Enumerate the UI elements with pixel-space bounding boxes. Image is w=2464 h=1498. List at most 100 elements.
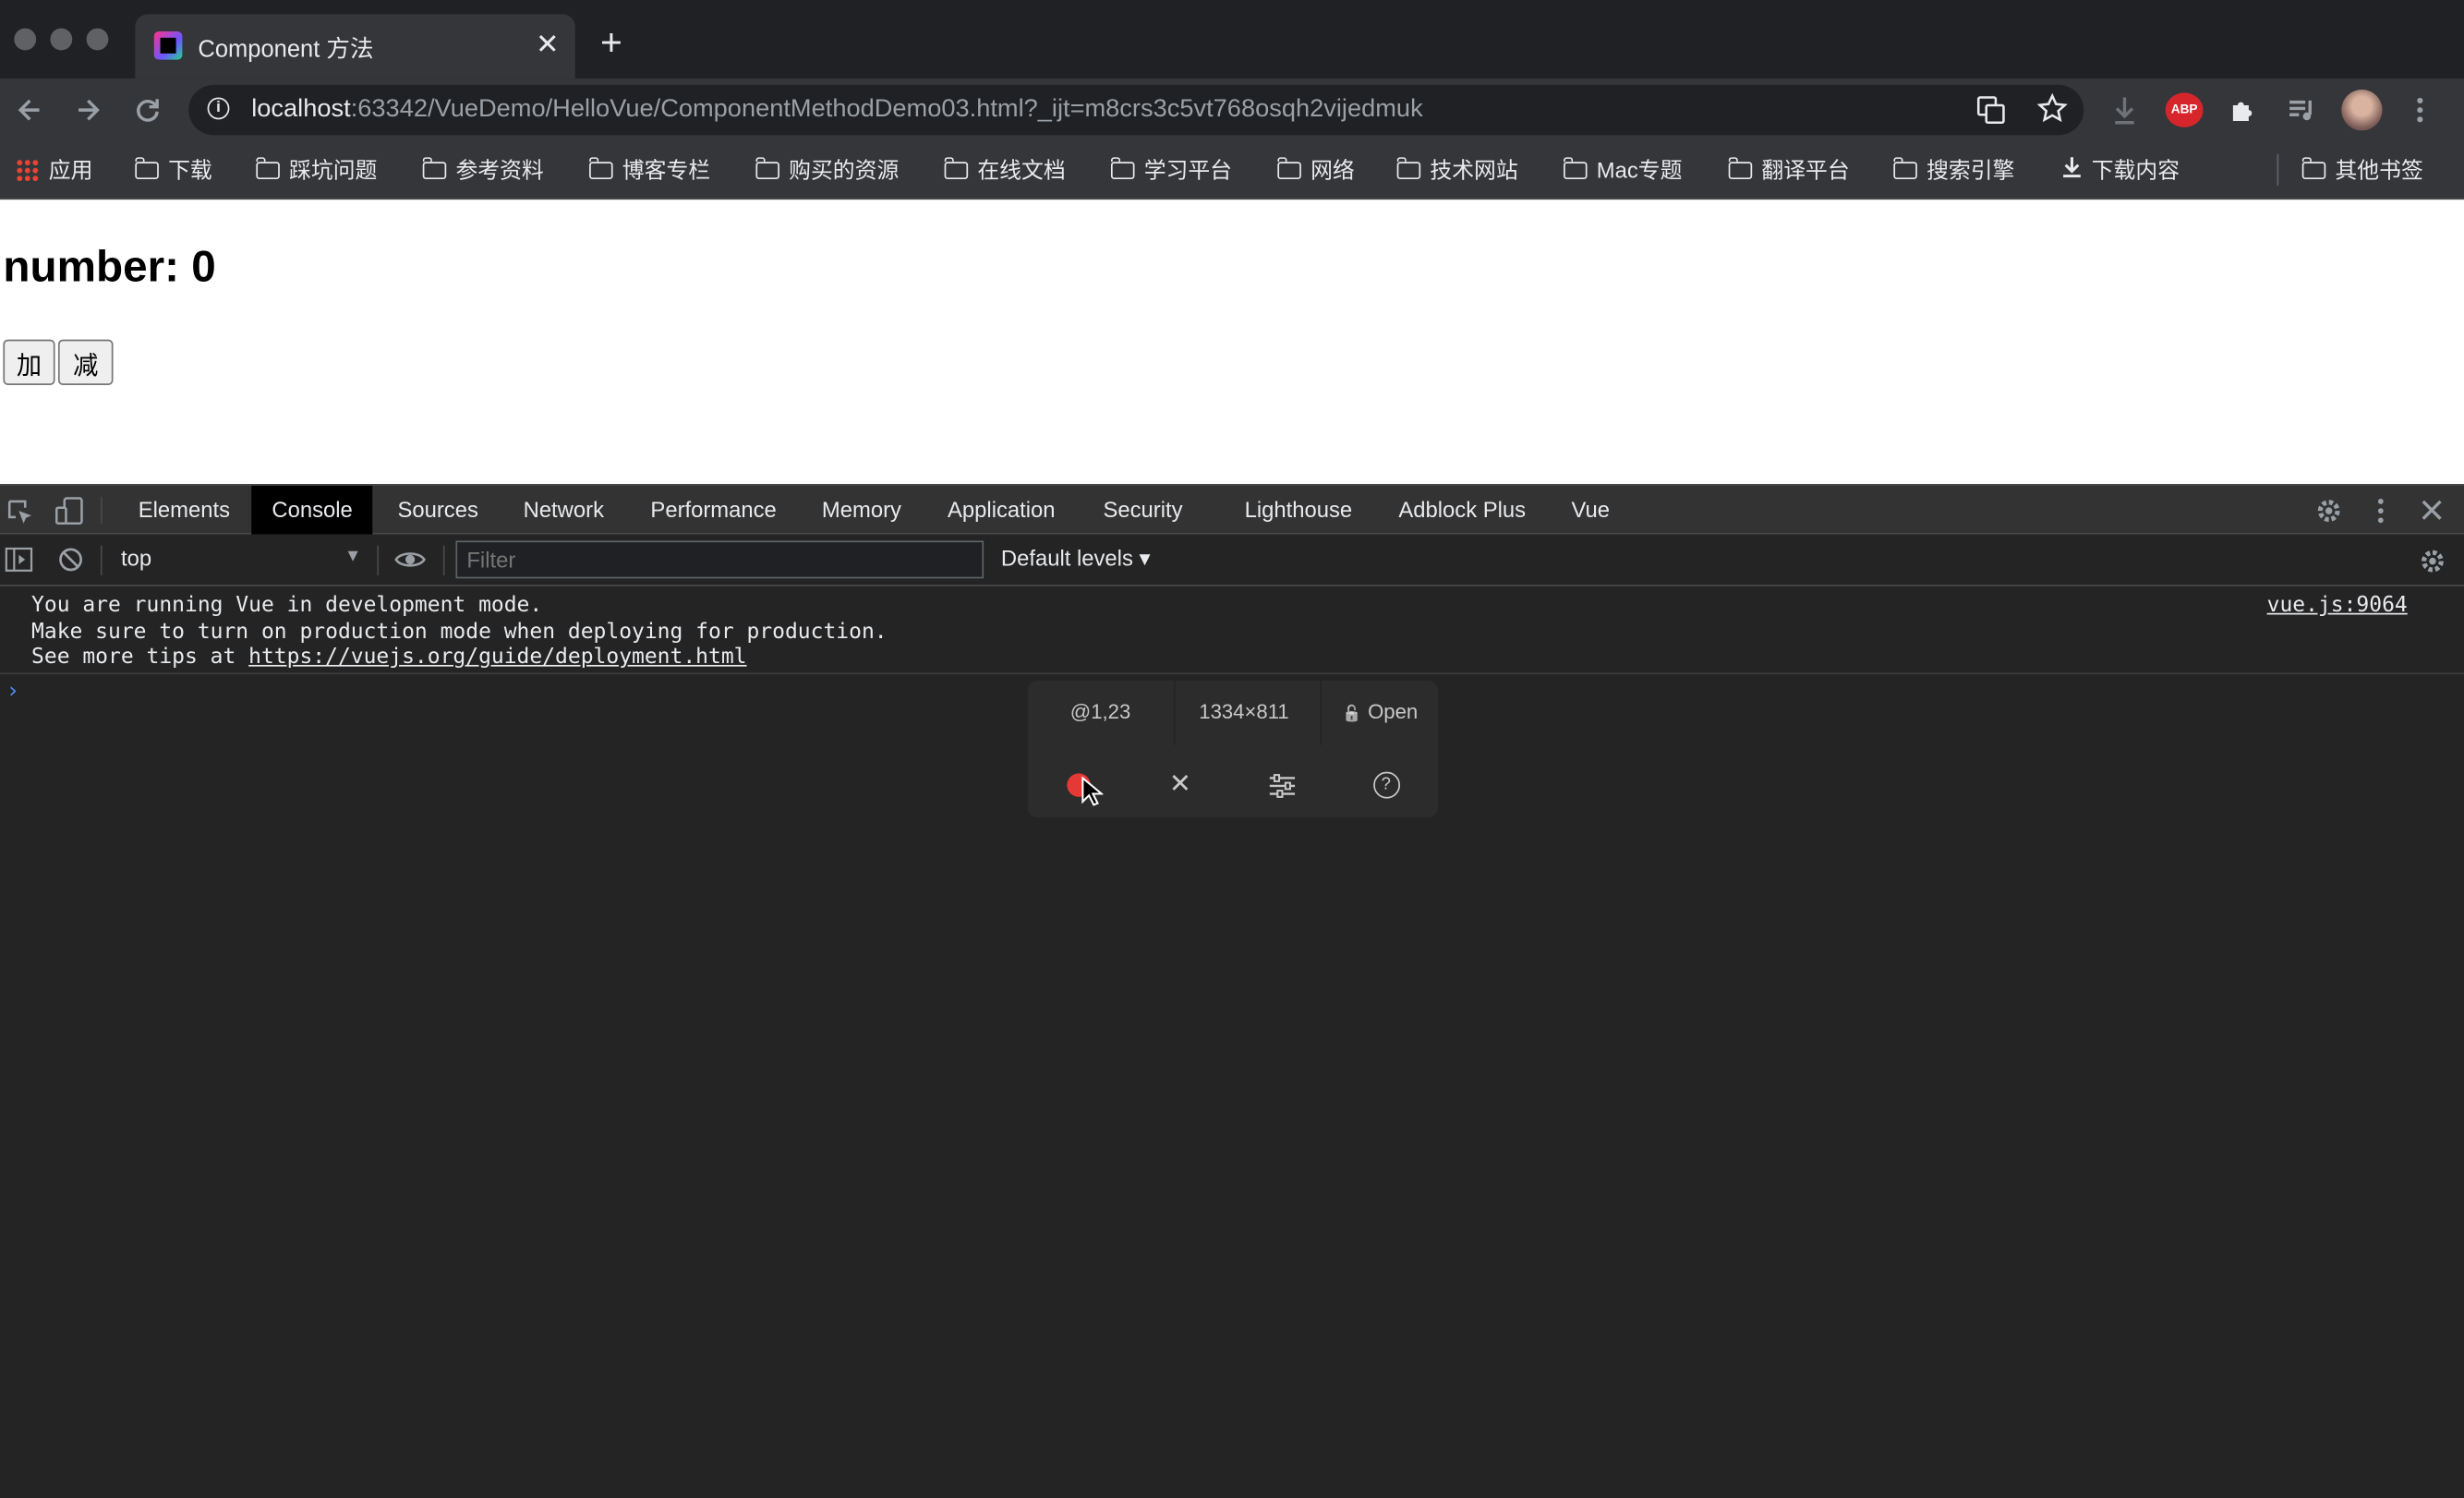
clear-console-icon[interactable] <box>58 547 83 578</box>
folder-icon <box>134 157 159 180</box>
bookmark-folder[interactable]: 在线文档 <box>943 154 1066 186</box>
tab-adblock-plus[interactable]: Adblock Plus <box>1378 486 1546 535</box>
recorder-settings-icon[interactable] <box>1232 750 1333 817</box>
page-viewport: number: 0 加 减 <box>0 199 2464 485</box>
folder-icon <box>1395 157 1421 180</box>
new-tab-button[interactable]: + <box>600 24 622 63</box>
mouse-pointer-icon <box>1081 776 1104 806</box>
help-button[interactable]: ? <box>1335 750 1436 817</box>
bookmark-label: 搜索引擎 <box>1927 157 2015 183</box>
bookmark-apps[interactable]: 应用 <box>16 154 92 186</box>
device-toolbar-icon[interactable] <box>54 495 85 533</box>
reload-icon[interactable] <box>132 94 163 134</box>
url-host: localhost <box>251 95 351 123</box>
bookmark-folder[interactable]: 网络 <box>1276 154 1355 186</box>
close-recorder-button[interactable]: ✕ <box>1129 750 1230 817</box>
maximize-window-icon[interactable] <box>86 28 109 51</box>
tab-network[interactable]: Network <box>502 486 624 535</box>
show-sidebar-icon[interactable] <box>5 547 33 578</box>
bookmark-downloads[interactable]: 下载内容 <box>2061 154 2180 186</box>
star-icon[interactable] <box>2036 92 2068 132</box>
tab-security[interactable]: Security <box>1082 486 1202 535</box>
screen-recorder-panel: @1,23 1334×811 🔓 Open ✕ ? <box>1027 680 1438 818</box>
inspect-element-icon[interactable] <box>6 499 35 533</box>
bookmark-other[interactable]: 其他书签 <box>2301 154 2423 186</box>
tab-console[interactable]: Console <box>251 485 373 535</box>
address-bar[interactable]: i localhost:63342/VueDemo/HelloVue/Compo… <box>188 84 2084 136</box>
devtools-tabbar: Elements Console Sources Network Perform… <box>0 484 2464 535</box>
recording-size: 1334×811 <box>1199 699 1289 723</box>
url-text[interactable]: localhost:63342/VueDemo/HelloVue/Compone… <box>251 96 1422 125</box>
subtract-button[interactable]: 减 <box>57 339 114 385</box>
bookmark-label: 应用 <box>48 157 93 183</box>
folder-icon <box>2301 157 2326 180</box>
toolbar-divider <box>442 545 445 575</box>
settings-gear-icon[interactable] <box>2314 497 2343 531</box>
profile-avatar-icon[interactable] <box>2341 90 2383 131</box>
bookmark-folder[interactable]: 参考资料 <box>421 154 544 186</box>
site-info-icon[interactable]: i <box>207 97 230 120</box>
extensions-icon[interactable] <box>2228 94 2260 134</box>
translate-icon[interactable] <box>1976 96 2006 132</box>
folder-icon <box>255 157 280 180</box>
back-arrow-icon[interactable] <box>14 94 45 134</box>
tab-close-icon[interactable]: ✕ <box>536 27 560 61</box>
adblock-plus-icon[interactable]: ABP <box>2165 92 2204 127</box>
open-button[interactable]: 🔓 Open <box>1342 699 1418 723</box>
bookmark-label: 技术网站 <box>1430 157 1518 183</box>
console-settings-gear-icon[interactable] <box>2419 547 2447 581</box>
bookmark-folder[interactable]: Mac专题 <box>1563 154 1682 186</box>
bookmark-folder[interactable]: 踩坑问题 <box>255 154 377 186</box>
live-expression-eye-icon[interactable] <box>394 549 426 577</box>
bookmark-folder[interactable]: 下载 <box>134 154 212 186</box>
tab-lighthouse[interactable]: Lighthouse <box>1224 486 1372 535</box>
tab-memory[interactable]: Memory <box>802 486 922 535</box>
console-message-text: You are running Vue in development mode.… <box>31 593 888 670</box>
add-button[interactable]: 加 <box>3 339 55 385</box>
chevron-down-icon: ▼ <box>344 547 362 566</box>
filter-input[interactable] <box>455 540 984 579</box>
tab-application[interactable]: Application <box>927 486 1076 535</box>
tab-performance[interactable]: Performance <box>630 486 797 535</box>
folder-icon <box>943 157 969 180</box>
toolbar-divider <box>100 545 103 575</box>
log-levels-dropdown[interactable]: Default levels ▾ <box>1001 546 1151 573</box>
record-button[interactable] <box>1028 750 1129 817</box>
close-devtools-icon[interactable] <box>2420 499 2444 528</box>
open-label: Open <box>1368 699 1419 723</box>
bookmark-label: 其他书签 <box>2335 157 2423 183</box>
minimize-window-icon[interactable] <box>50 28 73 51</box>
bookmark-label: 购买的资源 <box>789 157 900 183</box>
bookmark-folder[interactable]: 学习平台 <box>1110 154 1232 186</box>
bookmark-divider <box>2277 153 2279 186</box>
download-icon[interactable] <box>2110 94 2139 134</box>
bookmark-folder[interactable]: 搜索引擎 <box>1892 154 2015 186</box>
close-window-icon[interactable] <box>14 28 37 51</box>
tab-sources[interactable]: Sources <box>377 486 499 535</box>
bookmark-folder[interactable]: 博客专栏 <box>588 154 710 186</box>
media-icon[interactable] <box>2287 94 2318 134</box>
deployment-guide-link[interactable]: https://vuejs.org/guide/deployment.html <box>248 645 746 670</box>
menu-icon[interactable] <box>2409 94 2431 134</box>
folder-icon <box>1276 157 1301 180</box>
console-message: You are running Vue in development mode.… <box>0 586 2464 675</box>
console-prompt-icon[interactable]: › <box>6 679 19 704</box>
bookmark-folder[interactable]: 技术网站 <box>1395 154 1518 186</box>
intellij-favicon-icon <box>153 31 183 60</box>
screen: Component 方法 ✕ + i localhost:63342/VueDe… <box>0 0 2464 1498</box>
more-options-icon[interactable] <box>2370 497 2392 531</box>
bookmark-label: 下载 <box>168 157 212 183</box>
apps-grid-icon <box>16 158 40 183</box>
folder-icon <box>1563 157 1588 180</box>
bookmark-folder[interactable]: 购买的资源 <box>755 154 899 186</box>
download-arrow-icon <box>2061 155 2082 182</box>
context-selector[interactable]: top ▼ <box>110 535 377 585</box>
bookmark-folder[interactable]: 翻译平台 <box>1727 154 1850 186</box>
tab-elements[interactable]: Elements <box>118 486 251 535</box>
tab-vue[interactable]: Vue <box>1551 486 1630 535</box>
forward-arrow-icon[interactable] <box>72 94 103 134</box>
folder-icon <box>588 157 613 180</box>
browser-tab[interactable]: Component 方法 ✕ <box>135 14 575 79</box>
message-source-link[interactable]: vue.js:9064 <box>2267 593 2408 618</box>
devtools-panel: Elements Console Sources Network Perform… <box>0 484 2464 1498</box>
